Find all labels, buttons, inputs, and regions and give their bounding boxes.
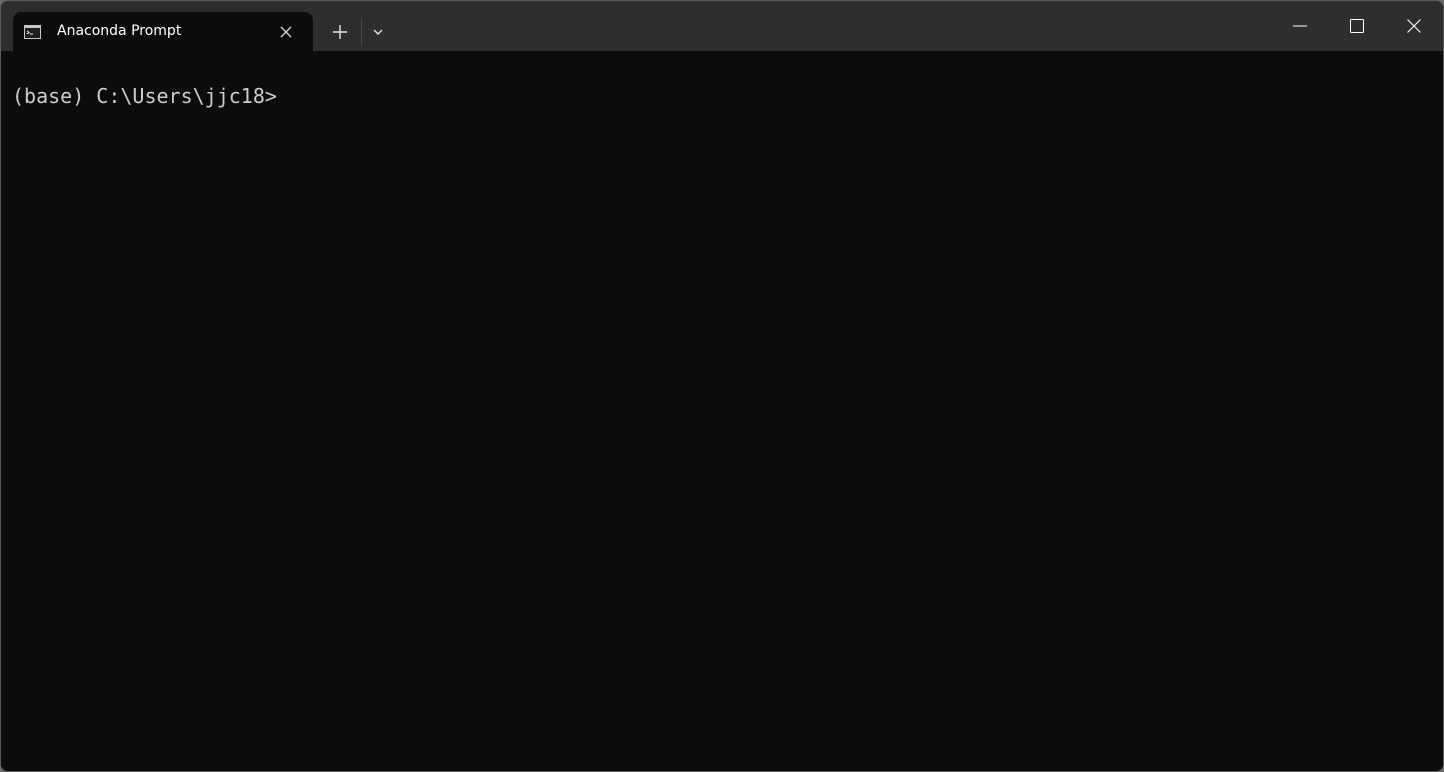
tab-divider [361,19,362,45]
new-tab-button[interactable] [321,13,359,49]
tab-close-icon[interactable] [276,22,296,42]
minimize-icon [1293,25,1307,27]
close-window-button[interactable] [1386,1,1443,51]
command-prompt: (base) C:\Users\jjc18> [12,84,277,108]
title-bar: Anaconda Prompt [1,1,1443,51]
tab-anaconda-prompt[interactable]: Anaconda Prompt [13,12,313,51]
tab-dropdown-button[interactable] [365,13,393,49]
terminal-area[interactable]: (base) C:\Users\jjc18> [1,51,1443,771]
minimize-button[interactable] [1272,1,1329,51]
close-icon [1407,19,1421,33]
maximize-icon [1350,19,1364,33]
tab-title: Anaconda Prompt [57,23,182,39]
terminal-window: Anaconda Prompt (base) C:\Users\jjc18> [0,0,1444,772]
maximize-button[interactable] [1329,1,1386,51]
terminal-icon [24,24,41,39]
